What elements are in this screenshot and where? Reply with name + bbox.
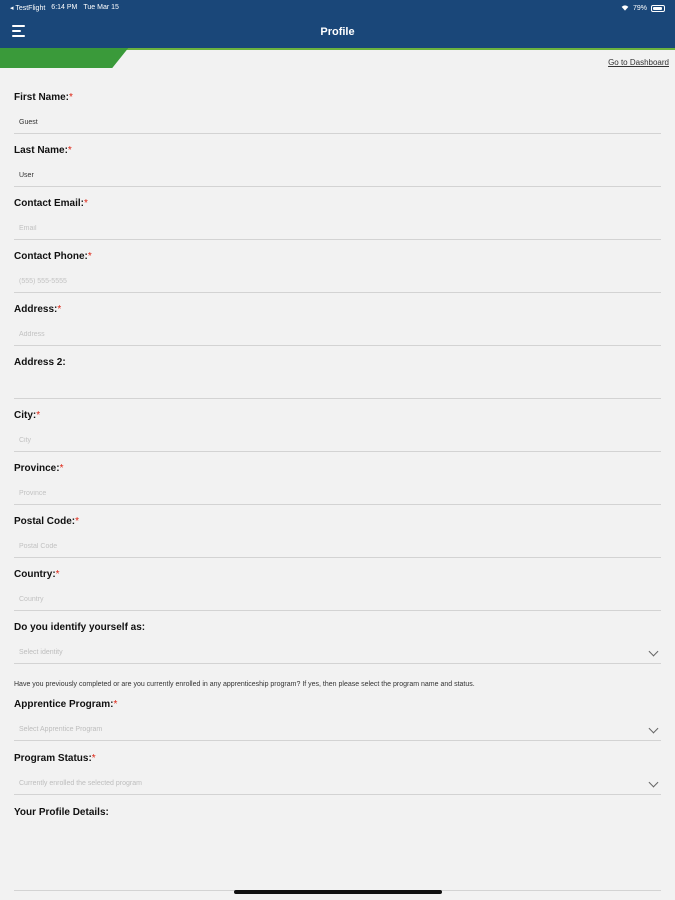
text-input[interactable] (14, 430, 661, 452)
identity-label: Do you identify yourself as: (14, 622, 146, 633)
form-field: Contact Email:* (14, 194, 661, 247)
form-field: City:* (14, 406, 661, 459)
text-input[interactable] (14, 218, 661, 240)
field-label: Address 2: (14, 357, 66, 368)
text-input[interactable] (14, 324, 661, 346)
form-field: Postal Code:* (14, 512, 661, 565)
status-date: Tue Mar 15 (83, 4, 119, 11)
profile-progress-bar (0, 48, 675, 70)
battery-icon (651, 4, 665, 12)
text-input[interactable] (14, 165, 661, 187)
field-label: Contact Phone:* (14, 251, 92, 262)
field-label: First Name:* (14, 92, 73, 103)
wifi-icon (621, 5, 629, 11)
chevron-down-icon (648, 777, 659, 788)
required-asterisk: * (59, 463, 64, 474)
page-title: Profile (320, 26, 355, 38)
form-field: First Name:* (14, 88, 661, 141)
field-label: Postal Code:* (14, 516, 80, 527)
required-asterisk: * (57, 304, 62, 315)
field-label: Country:* (14, 569, 60, 580)
field-label: Province:* (14, 463, 64, 474)
identity-field: Do you identify yourself as: Select iden… (14, 618, 661, 671)
go-to-dashboard-link[interactable]: Go to Dashboard (608, 58, 669, 67)
program-status-placeholder: Currently enrolled the selected program (19, 780, 142, 787)
form-field: Country:* (14, 565, 661, 618)
form-field: Province:* (14, 459, 661, 512)
required-asterisk: * (87, 251, 92, 262)
identity-select[interactable]: Select identity (14, 642, 661, 664)
text-input[interactable] (14, 271, 661, 293)
apprentice-program-placeholder: Select Apprentice Program (19, 726, 103, 733)
apprentice-program-field: Apprentice Program:* Select Apprentice P… (14, 695, 661, 749)
back-to-app-link[interactable]: ◂ TestFlight (10, 4, 45, 12)
required-asterisk: * (69, 92, 73, 103)
required-asterisk: * (67, 145, 72, 156)
chevron-down-icon (648, 723, 659, 734)
required-asterisk: * (84, 198, 88, 209)
field-label: City:* (14, 410, 41, 421)
required-asterisk: * (55, 569, 60, 580)
field-label: Last Name:* (14, 145, 72, 156)
required-asterisk: * (75, 516, 80, 527)
field-label: Contact Email:* (14, 198, 88, 209)
status-bar: ◂ TestFlight 6:14 PM Tue Mar 15 79% (0, 0, 675, 16)
battery-percent: 79% (632, 4, 647, 12)
apprentice-program-select[interactable]: Select Apprentice Program (14, 719, 661, 741)
apprentice-program-label: Apprentice Program:* (14, 699, 118, 710)
nav-bar: Profile (0, 16, 675, 48)
chevron-down-icon (648, 646, 659, 657)
required-asterisk: * (36, 410, 41, 421)
hamburger-menu-icon[interactable] (12, 25, 25, 37)
status-time: 6:14 PM (51, 4, 78, 11)
apprenticeship-helper-text: Have you previously completed or are you… (14, 681, 475, 688)
progress-fill (0, 48, 129, 68)
battery-level-fill (653, 6, 663, 10)
field-label: Address:* (14, 304, 62, 315)
program-status-field: Program Status:* Currently enrolled the … (14, 749, 661, 803)
app-header: ◂ TestFlight 6:14 PM Tue Mar 15 79% Prof… (0, 0, 675, 48)
profile-details-label: Your Profile Details: (14, 807, 109, 818)
profile-form: First Name:* Last Name:* Contact Email:* Co… (14, 88, 661, 856)
text-input[interactable] (14, 536, 661, 558)
identity-select-placeholder: Select identity (19, 649, 63, 656)
profile-details-field: Your Profile Details: (14, 803, 661, 856)
text-input[interactable] (14, 483, 661, 505)
program-status-select[interactable]: Currently enrolled the selected program (14, 773, 661, 795)
form-field: Last Name:* (14, 141, 661, 194)
form-field: Address:* (14, 300, 661, 353)
text-input[interactable] (14, 377, 661, 399)
program-status-label: Program Status:* (14, 753, 96, 764)
text-input[interactable] (14, 112, 661, 134)
text-input[interactable] (14, 589, 661, 611)
form-field: Contact Phone:* (14, 247, 661, 300)
home-indicator[interactable] (234, 890, 442, 894)
form-field: Address 2: (14, 353, 661, 406)
